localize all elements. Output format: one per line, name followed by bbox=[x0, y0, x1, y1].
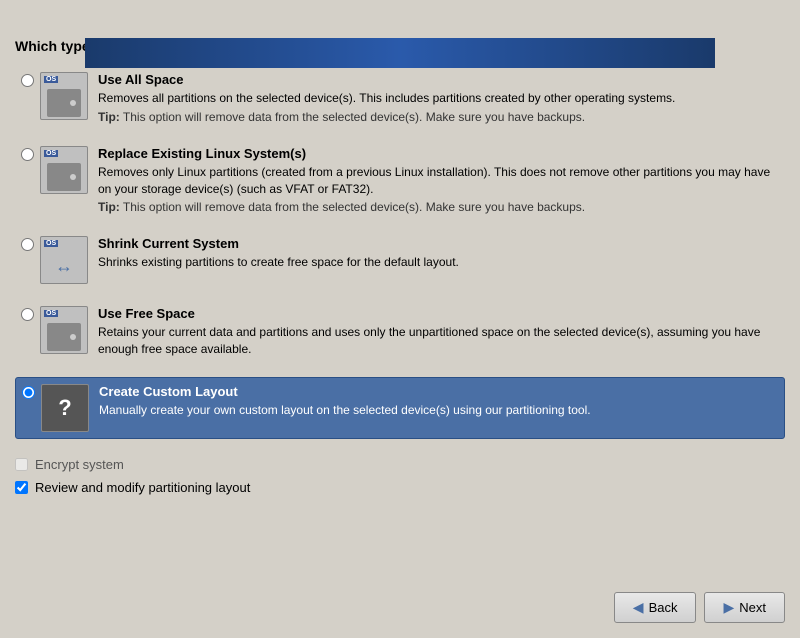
hdd-icon bbox=[47, 323, 81, 351]
back-button[interactable]: Back bbox=[614, 592, 697, 623]
next-label: Next bbox=[739, 600, 766, 615]
radio-use-free-space[interactable] bbox=[21, 308, 34, 321]
option-tip-replace-existing: Tip: This option will remove data from t… bbox=[98, 200, 779, 214]
shrink-arrows-icon: ↔ bbox=[55, 256, 73, 277]
checkboxes-section: Encrypt system Review and modify partitio… bbox=[15, 457, 785, 495]
option-desc-use-all-space: Removes all partitions on the selected d… bbox=[98, 90, 779, 107]
checkbox-review-partitioning[interactable] bbox=[15, 481, 28, 494]
installation-options: OS Use All Space Removes all partitions on… bbox=[15, 66, 785, 439]
option-desc-replace-existing: Removes only Linux partitions (created f… bbox=[98, 164, 779, 198]
option-desc-use-free-space: Retains your current data and partitions… bbox=[98, 324, 779, 358]
option-title-use-all-space: Use All Space bbox=[98, 72, 779, 87]
os-label-icon: OS bbox=[44, 76, 58, 83]
option-desc-shrink-current: Shrinks existing partitions to create fr… bbox=[98, 254, 779, 271]
option-desc-create-custom: Manually create your own custom layout o… bbox=[99, 402, 778, 419]
os-label-icon: OS bbox=[44, 240, 58, 247]
hdd-icon bbox=[47, 89, 81, 117]
radio-create-custom[interactable] bbox=[22, 386, 35, 399]
radio-replace-existing[interactable] bbox=[21, 148, 34, 161]
option-use-all-space[interactable]: OS Use All Space Removes all partitions on… bbox=[15, 66, 785, 130]
option-replace-existing[interactable]: OS Replace Existing Linux System(s) Remove… bbox=[15, 140, 785, 221]
option-create-custom[interactable]: ? Create Custom Layout Manually create you… bbox=[15, 377, 785, 439]
checkbox-label-encrypt-system: Encrypt system bbox=[35, 457, 124, 472]
bottom-buttons: Back Next bbox=[614, 592, 785, 623]
os-label-icon: OS bbox=[44, 150, 58, 157]
checkbox-encrypt-system bbox=[15, 458, 28, 471]
option-title-shrink-current: Shrink Current System bbox=[98, 236, 779, 251]
option-title-use-free-space: Use Free Space bbox=[98, 306, 779, 321]
top-progress-bar bbox=[85, 38, 715, 68]
radio-use-all-space[interactable] bbox=[21, 74, 34, 87]
next-arrow-icon bbox=[723, 599, 734, 616]
os-label-icon: OS bbox=[44, 310, 58, 317]
option-tip-use-all-space: Tip: This option will remove data from t… bbox=[98, 110, 779, 124]
option-title-replace-existing: Replace Existing Linux System(s) bbox=[98, 146, 779, 161]
option-use-free-space[interactable]: OS Use Free Space Retains your current dat… bbox=[15, 300, 785, 367]
question-icon: ? bbox=[58, 395, 71, 421]
hdd-icon bbox=[47, 163, 81, 191]
next-button[interactable]: Next bbox=[704, 592, 785, 623]
option-shrink-current[interactable]: OS ↔ Shrink Current System Shrinks existing… bbox=[15, 230, 785, 290]
radio-shrink-current[interactable] bbox=[21, 238, 34, 251]
checkbox-row-review-partitioning[interactable]: Review and modify partitioning layout bbox=[15, 480, 785, 495]
back-label: Back bbox=[649, 600, 678, 615]
checkbox-row-encrypt-system[interactable]: Encrypt system bbox=[15, 457, 785, 472]
back-arrow-icon bbox=[633, 599, 644, 616]
option-title-create-custom: Create Custom Layout bbox=[99, 384, 778, 399]
checkbox-label-review-partitioning: Review and modify partitioning layout bbox=[35, 480, 250, 495]
